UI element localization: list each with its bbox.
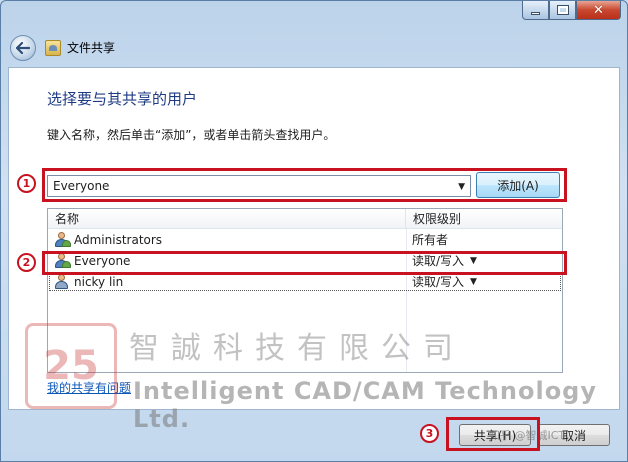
window-title: 文件共享 xyxy=(67,41,116,55)
maximize-button[interactable] xyxy=(549,1,576,20)
watermark-zhihu: 知乎 @智诚ICT xyxy=(489,429,566,442)
close-button[interactable]: ✕ xyxy=(576,1,621,20)
row-permission: 读取/写入 xyxy=(412,254,465,268)
back-button[interactable] xyxy=(10,35,36,61)
minimize-button[interactable] xyxy=(522,1,549,20)
user-name-value: Everyone xyxy=(53,179,110,193)
user-group-icon xyxy=(54,232,71,247)
column-header-permission[interactable]: 权限级别 xyxy=(406,209,562,228)
page-heading: 选择要与其共享的用户 xyxy=(47,90,198,108)
chevron-down-icon[interactable]: ▼ xyxy=(458,182,465,192)
dropdown-arrow-icon[interactable]: ▼ xyxy=(470,277,477,287)
watermark-logo: 25 xyxy=(25,323,117,409)
close-icon: ✕ xyxy=(593,2,604,18)
list-row-nicky-lin[interactable]: nicky lin 读取/写入 ▼ xyxy=(48,271,562,292)
add-button[interactable]: 添加(A) xyxy=(476,172,560,198)
back-arrow-icon xyxy=(16,42,30,54)
window-title-row: 文件共享 xyxy=(45,39,115,56)
row-permission-cell: 所有者 xyxy=(406,231,448,248)
user-icon xyxy=(54,274,70,289)
row-name-cell: nicky lin xyxy=(48,274,406,289)
list-row-administrators[interactable]: Administrators 所有者 xyxy=(48,229,562,250)
row-permission: 读取/写入 xyxy=(412,275,465,289)
column-header-name[interactable]: 名称 xyxy=(48,209,406,228)
list-header: 名称 权限级别 xyxy=(48,209,562,229)
row-permission-dropdown[interactable]: 读取/写入 ▼ xyxy=(406,252,477,269)
row-name: nicky lin xyxy=(74,274,124,289)
caption-buttons: ✕ xyxy=(522,1,621,20)
dropdown-arrow-icon[interactable]: ▼ xyxy=(470,256,477,266)
file-sharing-window: ✕ 文件共享 选择要与其共享的用户 键入名称，然后单击“添加”，或者单击箭头查找… xyxy=(0,0,628,462)
user-group-icon xyxy=(54,253,71,268)
list-row-everyone[interactable]: Everyone 读取/写入 ▼ xyxy=(48,250,562,271)
row-name: Administrators xyxy=(74,232,163,247)
instruction-text: 键入名称，然后单击“添加”，或者单击箭头查找用户。 xyxy=(47,128,336,142)
row-name-cell: Everyone xyxy=(48,253,406,268)
row-permission-dropdown[interactable]: 读取/写入 ▼ xyxy=(406,273,477,290)
file-sharing-icon xyxy=(45,39,61,56)
annotation-badge-3: 3 xyxy=(420,424,439,443)
watermark-company-en: Intelligent CAD/CAM Technology Ltd. xyxy=(133,377,598,433)
row-name-cell: Administrators xyxy=(48,232,406,247)
minimize-icon xyxy=(531,11,540,15)
row-name: Everyone xyxy=(74,253,131,268)
user-name-combobox[interactable]: Everyone ▼ xyxy=(47,175,471,197)
annotation-badge-2: 2 xyxy=(17,253,36,272)
row-permission: 所有者 xyxy=(412,233,449,247)
maximize-icon xyxy=(556,5,569,15)
annotation-badge-1: 1 xyxy=(17,174,36,193)
watermark-company-cn: 智誠科技有限公司 xyxy=(129,331,465,366)
